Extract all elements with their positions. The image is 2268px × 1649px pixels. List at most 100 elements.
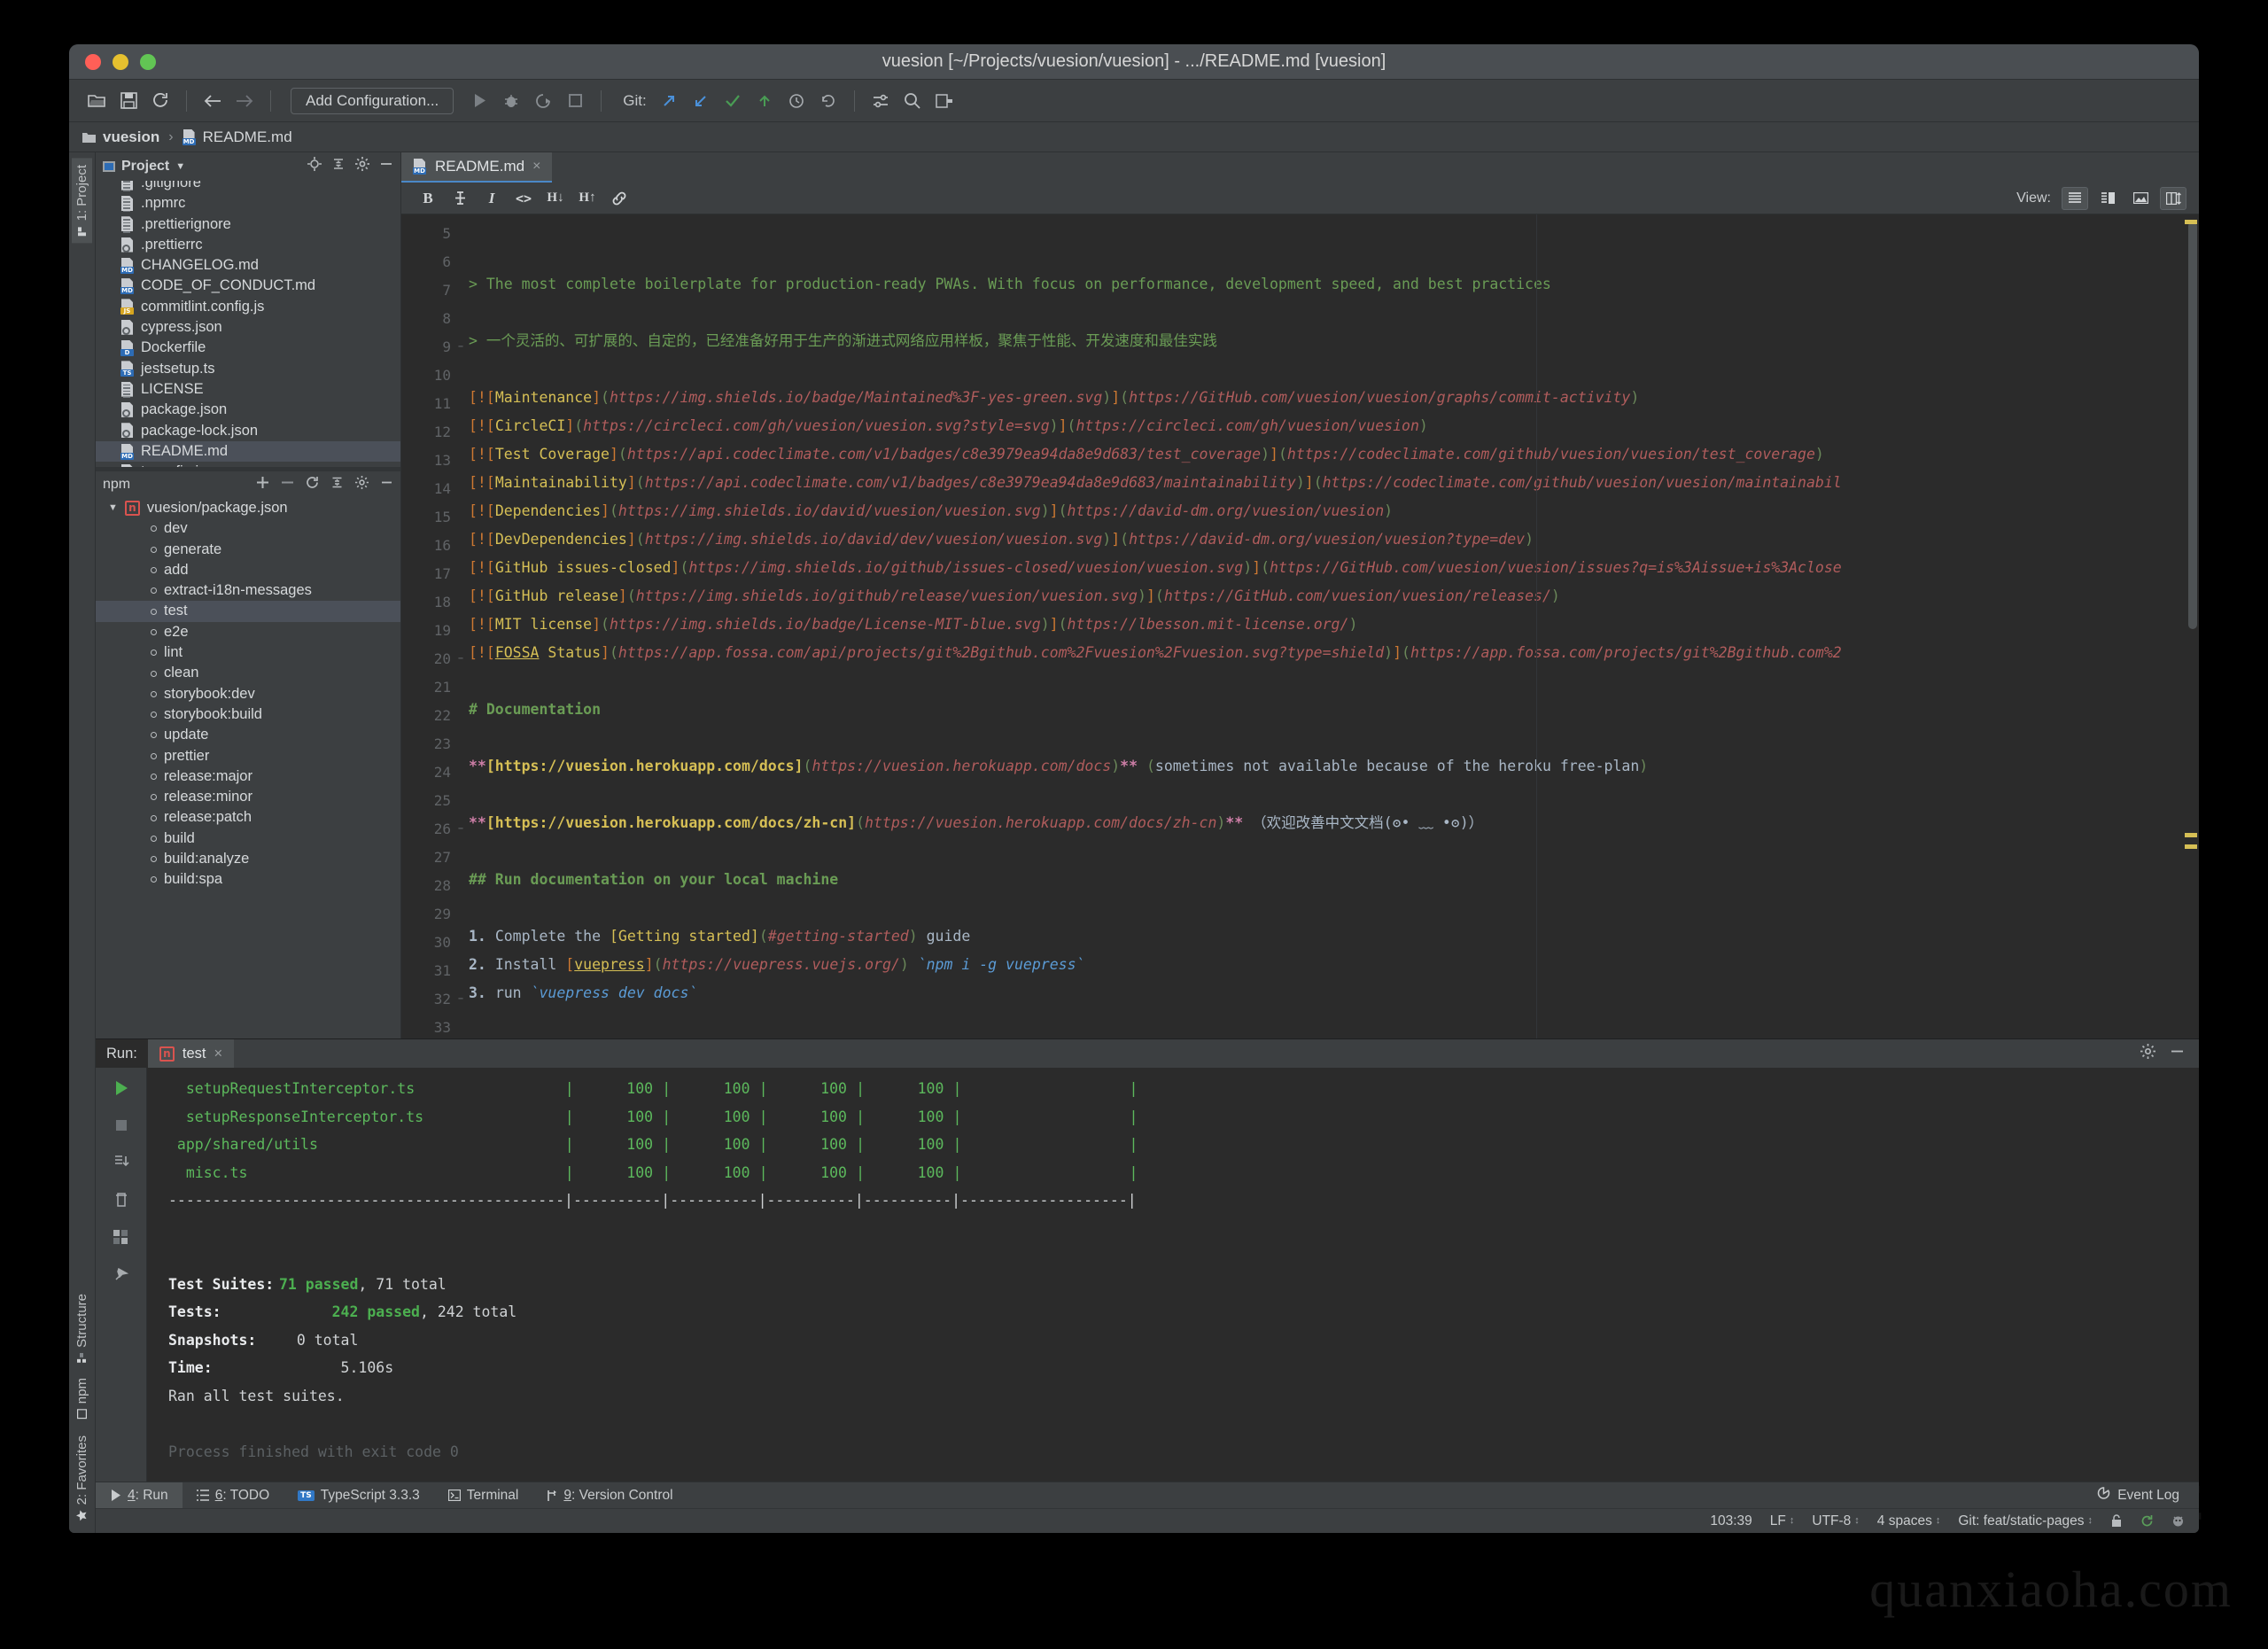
npm-script-item[interactable]: build: [96, 828, 400, 849]
run-tab-test[interactable]: n test ×: [147, 1039, 235, 1068]
search-everywhere-icon[interactable]: [897, 86, 928, 116]
reload-icon[interactable]: [306, 476, 319, 494]
npm-script-item[interactable]: build:analyze: [96, 849, 400, 869]
file-tree-item[interactable]: .prettierignore: [96, 214, 400, 235]
file-tree-item[interactable]: MD CHANGELOG.md: [96, 255, 400, 276]
minimize-icon[interactable]: [2170, 1044, 2185, 1063]
git-push-icon[interactable]: [750, 86, 780, 116]
tool-stripe-npm[interactable]: npm: [72, 1371, 92, 1426]
npm-root-item[interactable]: ▼ n vuesion/package.json: [96, 498, 400, 518]
back-arrow-icon[interactable]: [198, 86, 228, 116]
file-tree-item[interactable]: MD README.md: [96, 440, 400, 463]
project-panel-title-group[interactable]: Project ▼: [103, 159, 185, 175]
remove-icon[interactable]: [281, 476, 294, 494]
tool-window-terminal[interactable]: Terminal: [434, 1482, 533, 1509]
npm-script-item[interactable]: dev: [96, 518, 400, 539]
tool-window-version-control[interactable]: 9: Version Control: [532, 1482, 687, 1509]
git-update-icon[interactable]: [654, 86, 684, 116]
caret-position[interactable]: 103:39: [1710, 1513, 1751, 1529]
italic-button[interactable]: I: [478, 186, 506, 211]
tool-window-typescript[interactable]: TS TypeScript 3.3.3: [284, 1482, 434, 1509]
save-icon[interactable]: [113, 86, 144, 116]
npm-script-item[interactable]: build:spa: [96, 869, 400, 890]
rerun-icon[interactable]: [110, 1077, 133, 1100]
gear-icon[interactable]: [355, 157, 369, 175]
tool-stripe-project[interactable]: 1: Project: [72, 158, 92, 244]
sync-icon[interactable]: [2140, 1514, 2154, 1528]
npm-scripts-list[interactable]: ▼ n vuesion/package.json dev generate add extr…: [96, 498, 400, 1038]
run-icon[interactable]: [464, 86, 494, 116]
npm-script-item[interactable]: e2e: [96, 622, 400, 642]
hide-panel-icon[interactable]: [380, 476, 393, 494]
file-tree-item[interactable]: JS commitlint.config.js: [96, 297, 400, 317]
collapse-all-icon[interactable]: [331, 157, 346, 175]
breadcrumb-file[interactable]: MD README.md: [182, 128, 292, 146]
split-layout-icon[interactable]: [2160, 186, 2186, 210]
npm-script-item[interactable]: update: [96, 725, 400, 745]
code-editor[interactable]: 5 6 7 8 9− 10 11 12 13 14 15 16 17 18 19 20− 21 22 23 24 25 2…: [401, 214, 2199, 1038]
run-configuration-selector[interactable]: Add Configuration...: [291, 87, 454, 114]
tool-stripe-structure[interactable]: Structure: [72, 1287, 92, 1370]
chevron-down-icon[interactable]: ▼: [175, 161, 185, 172]
collapse-all-icon[interactable]: [330, 476, 344, 494]
file-tree-item[interactable]: D Dockerfile: [96, 338, 400, 358]
file-tree-item[interactable]: tsconfig.json: [96, 462, 400, 467]
file-tree-item[interactable]: TS jestsetup.ts: [96, 359, 400, 379]
git-check-icon[interactable]: [718, 86, 748, 116]
editor-only-icon[interactable]: [2062, 186, 2088, 210]
line-separator[interactable]: LF ↕: [1770, 1513, 1795, 1529]
stop-icon[interactable]: [560, 86, 590, 116]
debug-icon[interactable]: [496, 86, 526, 116]
npm-script-item[interactable]: extract-i18n-messages: [96, 580, 400, 601]
scroll-from-source-icon[interactable]: [307, 157, 322, 175]
project-file-tree[interactable]: .gitignore .npmrc .prettierignore .prettier…: [96, 181, 400, 467]
editor-tab-readme[interactable]: MD README.md ×: [401, 152, 553, 183]
run-output[interactable]: setupRequestInterceptor.ts | 100 | 100 | …: [147, 1068, 2199, 1482]
link-button[interactable]: [605, 186, 633, 211]
npm-script-item[interactable]: release:minor: [96, 787, 400, 807]
npm-script-item[interactable]: generate: [96, 540, 400, 560]
chevron-down-icon[interactable]: ▼: [108, 498, 118, 518]
file-tree-item[interactable]: cypress.json: [96, 317, 400, 338]
file-tree-item[interactable]: .gitignore: [96, 181, 400, 193]
add-icon[interactable]: [256, 476, 269, 494]
file-tree-item[interactable]: MD CODE_OF_CONDUCT.md: [96, 276, 400, 296]
git-branch-widget[interactable]: Git: feat/static-pages ↕: [1958, 1513, 2093, 1529]
file-tree-item[interactable]: .npmrc: [96, 193, 400, 214]
indent-setting[interactable]: 4 spaces ↕: [1877, 1513, 1941, 1529]
git-commit-icon[interactable]: [686, 86, 716, 116]
preview-only-icon[interactable]: [2127, 187, 2154, 210]
npm-script-item[interactable]: clean: [96, 663, 400, 683]
npm-script-item[interactable]: lint: [96, 642, 400, 663]
npm-script-item[interactable]: release:major: [96, 766, 400, 787]
tool-window-todo[interactable]: 6: TODO: [183, 1482, 284, 1509]
settings-icon[interactable]: [866, 86, 896, 116]
layout-icon[interactable]: [110, 1225, 133, 1248]
bold-button[interactable]: B: [414, 186, 442, 211]
npm-script-item[interactable]: prettier: [96, 746, 400, 766]
file-tree-item[interactable]: LICENSE: [96, 379, 400, 400]
close-icon[interactable]: ×: [532, 159, 540, 175]
tool-stripe-favorites[interactable]: 2: Favorites: [72, 1428, 92, 1528]
sync-icon[interactable]: [145, 86, 175, 116]
event-log-button[interactable]: Event Log: [2097, 1486, 2199, 1505]
npm-script-item[interactable]: release:patch: [96, 807, 400, 828]
scroll-to-end-icon[interactable]: [110, 1151, 133, 1174]
file-tree-item[interactable]: package.json: [96, 400, 400, 420]
breadcrumb-project[interactable]: vuesion: [82, 128, 159, 146]
pin-icon[interactable]: [110, 1263, 133, 1286]
stop-icon[interactable]: [110, 1114, 133, 1137]
trash-icon[interactable]: [110, 1188, 133, 1211]
gear-icon[interactable]: [2140, 1044, 2155, 1063]
run-coverage-icon[interactable]: [528, 86, 558, 116]
open-folder-icon[interactable]: [82, 86, 112, 116]
tool-window-run[interactable]: 4: Run: [96, 1482, 183, 1509]
strikethrough-button[interactable]: [446, 186, 474, 211]
npm-script-item[interactable]: storybook:dev: [96, 684, 400, 704]
forward-arrow-icon[interactable]: [229, 86, 260, 116]
file-tree-item[interactable]: package-lock.json: [96, 421, 400, 441]
code-text[interactable]: > The most complete boilerplate for prod…: [460, 214, 2199, 1038]
lock-icon[interactable]: [2110, 1514, 2123, 1528]
header-down-button[interactable]: H↓: [541, 186, 570, 211]
npm-script-item[interactable]: storybook:build: [96, 704, 400, 725]
